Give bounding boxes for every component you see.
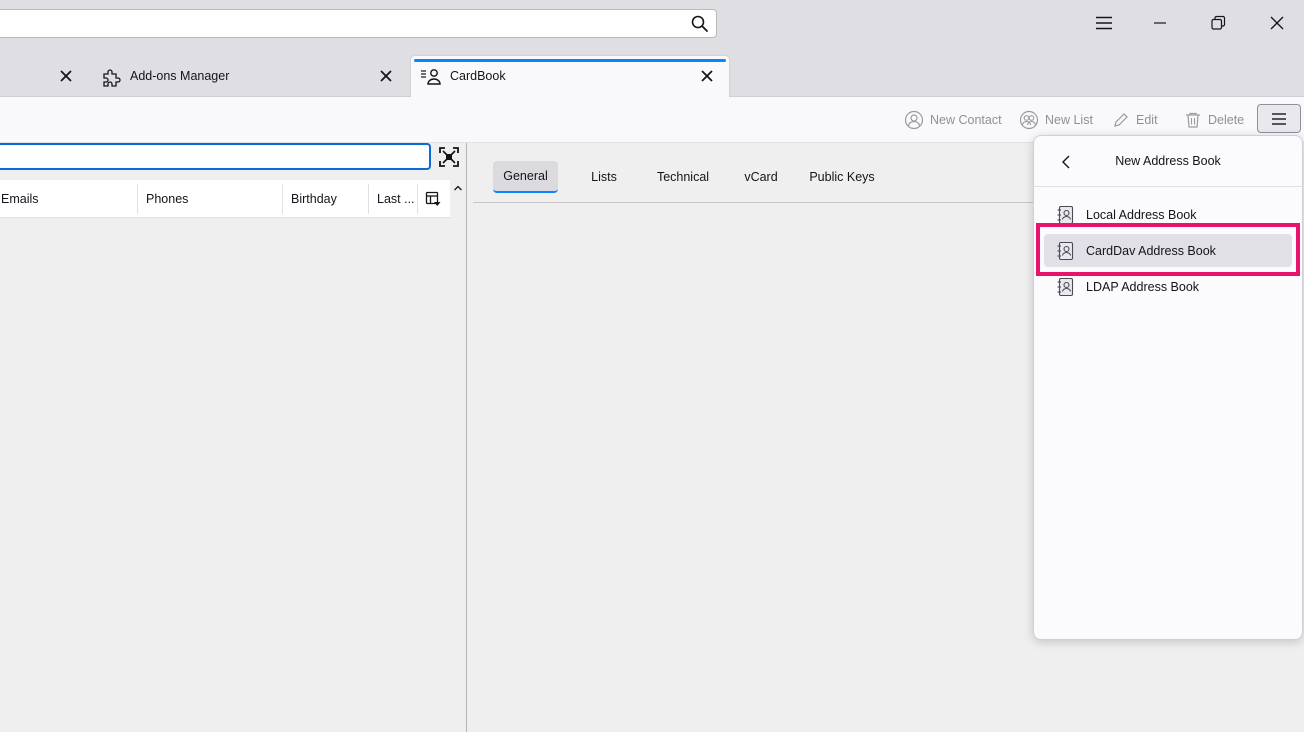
new-list-label: New List — [1045, 113, 1093, 127]
column-label: Birthday — [291, 192, 337, 206]
tab-cardbook[interactable]: CardBook — [411, 56, 729, 97]
address-book-icon — [1057, 277, 1074, 296]
title-bar — [0, 0, 1304, 50]
close-tab-icon[interactable] — [376, 66, 396, 86]
cardbook-menu-button[interactable] — [1257, 104, 1301, 133]
trash-icon — [1186, 112, 1200, 128]
app-menu-icon[interactable] — [1089, 8, 1119, 38]
column-label: Phones — [146, 192, 189, 206]
edit-button[interactable]: Edit — [1112, 109, 1158, 131]
puzzle-icon — [100, 66, 122, 88]
column-phones[interactable]: Phones — [146, 184, 282, 214]
close-window-icon[interactable] — [1262, 8, 1292, 38]
contacts-pane: Emails Phones Birthday Last ... — [0, 143, 467, 732]
tab-divider — [473, 202, 1043, 203]
tab-label: Lists — [591, 170, 617, 184]
contacts-column-header: Emails Phones Birthday Last ... — [0, 180, 450, 218]
tab-vcard[interactable]: vCard — [736, 161, 786, 193]
tab-label: CardBook — [450, 69, 506, 83]
column-label: Last ... — [377, 192, 415, 206]
column-divider[interactable] — [368, 184, 369, 214]
menu-title: New Address Book — [1115, 154, 1221, 168]
close-tab-icon[interactable] — [56, 66, 76, 86]
menu-item-label: LDAP Address Book — [1086, 279, 1200, 294]
new-list-button[interactable]: New List — [1019, 109, 1093, 131]
contacts-search-input[interactable] — [0, 143, 431, 170]
tab-label: Technical — [656, 170, 710, 184]
column-divider[interactable] — [137, 184, 138, 214]
tab-label: Public Keys — [809, 170, 875, 184]
new-list-icon — [1019, 110, 1039, 130]
tab-label: vCard — [744, 170, 778, 184]
cardbook-icon — [420, 66, 442, 88]
menu-header: New Address Book — [1034, 136, 1302, 187]
highlight-annotation — [1036, 223, 1300, 276]
expand-icon[interactable] — [438, 146, 460, 168]
new-contact-icon — [904, 110, 924, 130]
tab-general[interactable]: General — [493, 161, 558, 193]
column-last[interactable]: Last ... — [377, 184, 417, 214]
new-address-book-menu: New Address Book Local Address Book Card… — [1033, 135, 1303, 640]
column-picker-icon[interactable] — [425, 184, 445, 214]
close-tab-icon[interactable] — [697, 66, 717, 86]
tab-lists[interactable]: Lists — [578, 161, 630, 193]
hamburger-icon — [1272, 112, 1286, 125]
scroll-up-icon[interactable] — [451, 180, 465, 196]
column-birthday[interactable]: Birthday — [291, 184, 369, 214]
column-emails[interactable]: Emails — [1, 184, 137, 214]
tab-label: General — [503, 169, 548, 183]
search-icon[interactable] — [690, 14, 710, 34]
edit-label: Edit — [1136, 113, 1158, 127]
delete-label: Delete — [1208, 113, 1245, 127]
restore-icon[interactable] — [1203, 8, 1233, 38]
tab-strip: Add-ons Manager CardBook — [0, 50, 1304, 97]
column-divider[interactable] — [417, 184, 418, 214]
new-contact-label: New Contact — [930, 113, 1002, 127]
active-tab-indicator — [414, 59, 726, 62]
tab-public-keys[interactable]: Public Keys — [803, 161, 881, 193]
menu-item-label: Local Address Book — [1086, 207, 1197, 222]
new-contact-button[interactable]: New Contact — [904, 109, 1002, 131]
delete-button[interactable]: Delete — [1184, 109, 1244, 131]
tab-add-ons-manager[interactable]: Add-ons Manager — [92, 56, 408, 97]
column-divider[interactable] — [282, 184, 283, 214]
pencil-icon — [1114, 113, 1128, 127]
minimize-icon[interactable] — [1145, 8, 1175, 38]
search-input[interactable] — [0, 9, 717, 38]
tab-label: Add-ons Manager — [130, 69, 230, 83]
tab-previous[interactable] — [0, 56, 90, 97]
address-book-icon — [1057, 205, 1074, 224]
column-label: Emails — [1, 192, 39, 206]
tab-technical[interactable]: Technical — [648, 161, 718, 193]
